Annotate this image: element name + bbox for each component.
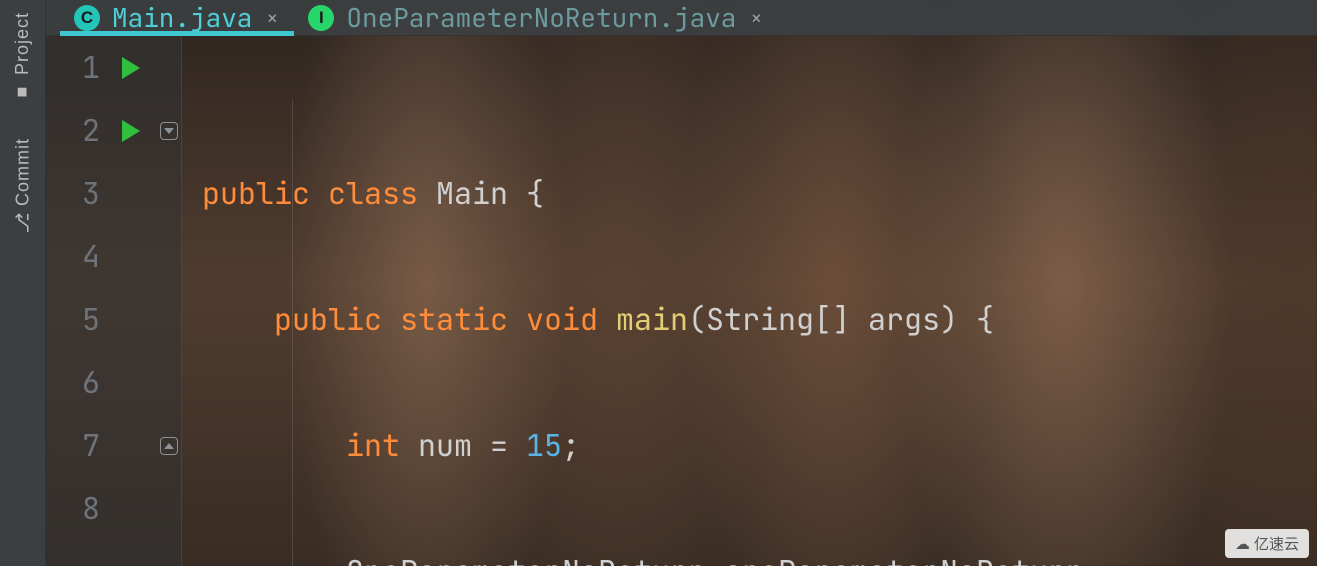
number-literal: 15 xyxy=(526,425,562,465)
toolwindow-project[interactable]: ■ Project xyxy=(12,12,33,102)
interface-icon: I xyxy=(308,5,334,31)
code-content[interactable]: public class Main { public static void m… xyxy=(182,36,1317,566)
line-number: 8 xyxy=(46,477,100,540)
semicolon: ; xyxy=(562,425,580,465)
toolwindow-commit[interactable]: ⎇ Commit xyxy=(12,138,34,233)
commit-icon: ⎇ xyxy=(12,212,33,234)
type: int xyxy=(346,425,400,465)
toolwindow-label: Commit xyxy=(12,138,33,206)
cloud-icon: ☁ xyxy=(1235,535,1250,553)
line-number: 6 xyxy=(46,351,100,414)
class-icon: C xyxy=(74,5,100,31)
variable: oneParameterNoReturn xyxy=(724,551,1084,566)
keyword: class xyxy=(328,173,418,213)
fold-gutter xyxy=(156,36,182,566)
watermark: ☁ 亿速云 xyxy=(1225,529,1309,558)
keyword: public xyxy=(274,299,382,339)
variable: num xyxy=(418,425,472,465)
fold-toggle-icon[interactable] xyxy=(160,437,178,455)
equals: = xyxy=(490,425,508,465)
editor-area: C Main.java × I OneParameterNoReturn.jav… xyxy=(46,0,1317,566)
line-number-gutter: 1 2 3 4 5 6 7 8 xyxy=(46,36,106,566)
type: OneParameterNoReturn xyxy=(346,551,706,566)
tab-main-java[interactable]: C Main.java × xyxy=(60,0,294,35)
project-icon: ■ xyxy=(12,86,33,98)
brace: { xyxy=(526,173,544,213)
tab-filename: OneParameterNoReturn.java xyxy=(346,0,736,35)
fold-toggle-icon[interactable] xyxy=(160,122,178,140)
line-number: 5 xyxy=(46,288,100,351)
editor-tabs: C Main.java × I OneParameterNoReturn.jav… xyxy=(46,0,1317,36)
line-number: 7 xyxy=(46,414,100,477)
keyword: public xyxy=(202,173,310,213)
line-number: 2 xyxy=(46,99,100,162)
watermark-text: 亿速云 xyxy=(1254,533,1299,554)
signature: (String[] args) { xyxy=(688,299,994,339)
keyword: void xyxy=(526,299,598,339)
tab-filename: Main.java xyxy=(112,0,252,35)
run-icon[interactable] xyxy=(122,120,140,142)
tool-window-strip: ■ Project ⎇ Commit xyxy=(0,0,46,566)
line-number: 3 xyxy=(46,162,100,225)
keyword: static xyxy=(400,299,508,339)
close-icon[interactable]: × xyxy=(264,5,280,31)
tab-one-parameter-no-return[interactable]: I OneParameterNoReturn.java × xyxy=(294,0,778,35)
code-editor[interactable]: 1 2 3 4 5 6 7 8 public class Main { publ… xyxy=(46,36,1317,566)
line-number: 1 xyxy=(46,36,100,99)
line-number: 4 xyxy=(46,225,100,288)
run-icon[interactable] xyxy=(122,57,140,79)
run-gutter xyxy=(106,36,156,566)
class-name: Main xyxy=(436,173,508,213)
close-icon[interactable]: × xyxy=(748,5,764,31)
method-name: main xyxy=(616,299,688,339)
toolwindow-label: Project xyxy=(12,12,33,75)
